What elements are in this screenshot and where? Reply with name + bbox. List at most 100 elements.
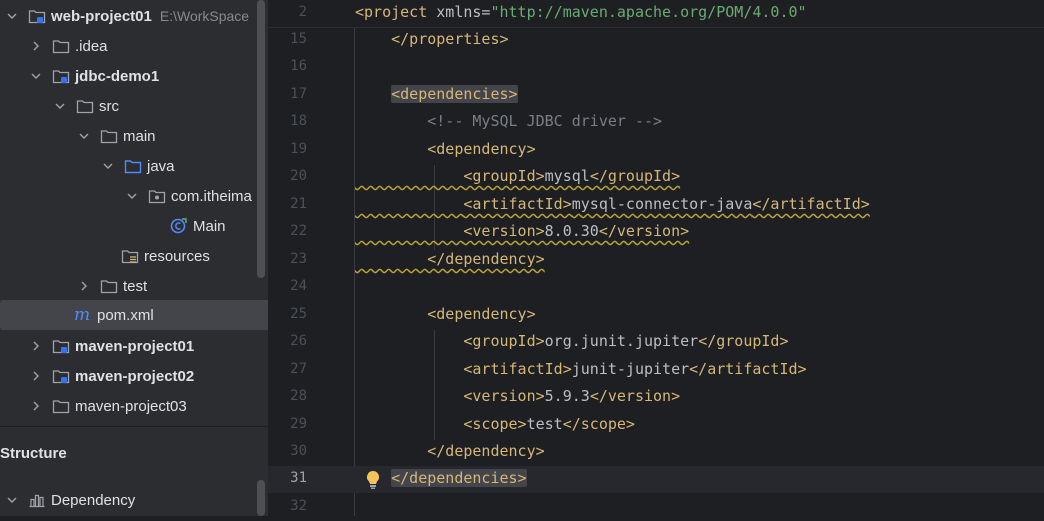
tree-item-main[interactable]: main	[0, 121, 268, 151]
chevron-down-icon[interactable]	[29, 69, 43, 83]
structure-item-dependency[interactable]: Dependency	[0, 485, 260, 515]
code-line[interactable]: 22 <version>8.0.30</version>	[268, 219, 1044, 246]
tree-item-test[interactable]: test	[0, 271, 268, 301]
tree-item-main-class[interactable]: Main	[0, 211, 268, 241]
code-editor[interactable]: 2 <project xmlns="http://maven.apache.or…	[268, 0, 1044, 516]
code-line[interactable]: 27 <artifactId>junit-jupiter</artifactId…	[268, 357, 1044, 384]
xml-tag: <scope>	[463, 415, 527, 433]
lightbulb-icon[interactable]	[365, 470, 381, 490]
tree-item-label: test	[123, 277, 148, 295]
structure-title: Structure	[0, 445, 67, 462]
chevron-down-icon[interactable]	[101, 159, 115, 173]
code-line[interactable]: 15 </properties>	[268, 27, 1044, 54]
code-text: </properties>	[355, 30, 509, 48]
xml-value: mysql-connector-java	[571, 195, 753, 213]
panel-divider[interactable]	[0, 426, 268, 427]
chevron-down-icon[interactable]	[125, 189, 139, 203]
line-number: 15	[290, 31, 307, 47]
code-text: <project xmlns="http://maven.apache.org/…	[355, 3, 807, 21]
tree-item-maven-project02[interactable]: maven-project02	[0, 361, 268, 391]
line-number: 16	[290, 58, 307, 74]
structure-scrollbar[interactable]	[257, 480, 265, 516]
structure-item-label: Dependency	[51, 491, 136, 509]
chevron-right-icon[interactable]	[29, 369, 43, 383]
tree-item-label: java	[147, 157, 175, 175]
package-icon	[148, 188, 166, 204]
line-number: 31	[290, 470, 307, 486]
code-line[interactable]: 26 <groupId>org.junit.jupiter</groupId>	[268, 329, 1044, 356]
code-text: <groupId>org.junit.jupiter</groupId>	[355, 332, 788, 350]
code-line[interactable]: 23 </dependency>	[268, 247, 1044, 274]
matched-tag: <dependencies>	[391, 85, 518, 103]
project-scrollbar[interactable]	[257, 0, 265, 278]
tree-item-label: web-project01	[51, 7, 152, 25]
code-line[interactable]: 17 <dependencies>	[268, 82, 1044, 109]
code-text: <artifactId>junit-jupiter</artifactId>	[355, 360, 806, 378]
dependency-icon	[28, 492, 46, 508]
xml-tag: </groupId>	[589, 167, 681, 185]
line-number: 32	[290, 498, 307, 514]
xml-tag: </version>	[589, 387, 681, 405]
line-number: 30	[290, 443, 307, 459]
line-number: 20	[290, 168, 307, 184]
tree-item-java[interactable]: java	[0, 151, 268, 181]
code-text: <dependency>	[355, 305, 536, 323]
chevron-down-icon[interactable]	[5, 493, 19, 507]
code-line[interactable]: 29 <scope>test</scope>	[268, 412, 1044, 439]
folder-icon	[100, 278, 118, 294]
code-line[interactable]: 24	[268, 274, 1044, 301]
tree-item-maven-project03[interactable]: maven-project03	[0, 391, 268, 421]
code-text: <scope>test</scope>	[355, 415, 635, 433]
xml-tag: <version>	[463, 222, 545, 240]
tree-item-label: src	[99, 97, 119, 115]
tree-item-label: maven-project03	[75, 397, 187, 415]
tree-item-label: jdbc-demo1	[75, 67, 160, 85]
tree-item-pom-xml[interactable]: m pom.xml	[0, 300, 268, 330]
code-text: <dependencies>	[355, 85, 518, 103]
code-line[interactable]: 28 <version>5.9.3</version>	[268, 384, 1044, 411]
current-code-line[interactable]: 31 </dependencies>	[268, 466, 1044, 493]
code-line[interactable]: 16	[268, 54, 1044, 81]
xml-tag: <artifactId>	[463, 360, 572, 378]
xml-tag: <groupId>	[463, 332, 545, 350]
code-line[interactable]: 19 <dependency>	[268, 137, 1044, 164]
module-folder-icon	[28, 8, 46, 24]
code-line[interactable]: 30 </dependency>	[268, 439, 1044, 466]
line-number: 2	[298, 4, 307, 20]
folder-icon	[76, 98, 94, 114]
chevron-right-icon[interactable]	[29, 339, 43, 353]
tree-item-src[interactable]: src	[0, 91, 268, 121]
chevron-down-icon[interactable]	[5, 9, 19, 23]
code-line[interactable]: 20 <groupId>mysql</groupId>	[268, 164, 1044, 191]
tree-item-label: .idea	[75, 37, 108, 55]
xml-tag: <version>	[463, 387, 545, 405]
line-number: 25	[290, 306, 307, 322]
code-line[interactable]: 18 <!-- MySQL JDBC driver -->	[268, 109, 1044, 136]
line-number: 27	[290, 361, 307, 377]
code-line[interactable]: 32	[268, 494, 1044, 521]
code-text: <dependency>	[355, 140, 536, 158]
chevron-down-icon[interactable]	[77, 129, 91, 143]
chevron-right-icon[interactable]	[29, 399, 43, 413]
line-number: 19	[290, 141, 307, 157]
code-text: <artifactId>mysql-connector-java</artifa…	[355, 195, 869, 213]
chevron-down-icon[interactable]	[53, 99, 67, 113]
tree-item-web-project01[interactable]: web-project01 E:\WorkSpace	[0, 1, 260, 31]
maven-file-icon: m	[74, 307, 92, 323]
tree-item-jdbc-demo1[interactable]: jdbc-demo1	[0, 61, 268, 91]
source-folder-icon	[124, 158, 142, 174]
xml-tag: <project	[355, 3, 437, 21]
code-line[interactable]: 25 <dependency>	[268, 302, 1044, 329]
tree-item-label: com.itheima	[171, 187, 252, 205]
chevron-right-icon[interactable]	[29, 39, 43, 53]
tree-item-package[interactable]: com.itheima	[0, 181, 268, 211]
chevron-right-icon[interactable]	[77, 279, 91, 293]
sticky-scroll-line[interactable]: 2 <project xmlns="http://maven.apache.or…	[268, 0, 1044, 28]
tree-item-resources[interactable]: resources	[0, 241, 268, 271]
xml-tag: </version>	[598, 222, 690, 240]
xml-value: 5.9.3	[544, 387, 590, 405]
code-line[interactable]: 21 <artifactId>mysql-connector-java</art…	[268, 192, 1044, 219]
xml-attribute-value: "http://maven.apache.org/POM/4.0.0"	[490, 3, 807, 21]
tree-item-idea[interactable]: .idea	[0, 31, 268, 61]
tree-item-maven-project01[interactable]: maven-project01	[0, 331, 268, 361]
